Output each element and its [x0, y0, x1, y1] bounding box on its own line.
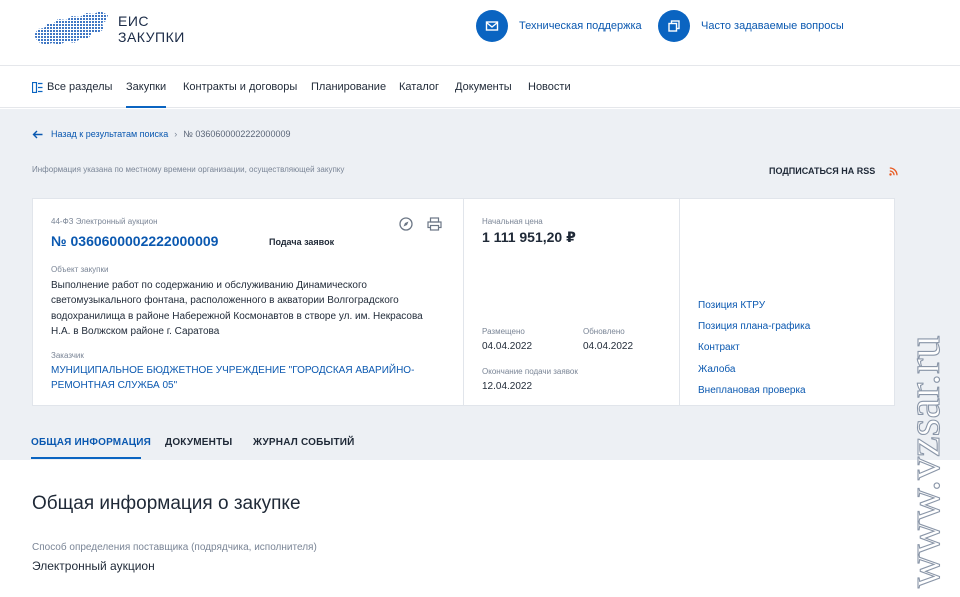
customer-link[interactable]: МУНИЦИПАЛЬНОЕ БЮДЖЕТНОЕ УЧРЕЖДЕНИЕ "ГОРО…: [51, 363, 441, 394]
envelope-icon: [476, 10, 508, 42]
nav-all-sections[interactable]: Все разделы: [32, 66, 112, 108]
tab-general-info[interactable]: ОБЩАЯ ИНФОРМАЦИЯ: [31, 437, 151, 448]
rss-label: ПОДПИСАТЬСЯ НА RSS: [769, 166, 876, 176]
updated-date: 04.04.2022: [583, 341, 634, 352]
active-tab-indicator: [31, 457, 141, 459]
nav-documents[interactable]: Документы: [455, 66, 512, 108]
nav-all-sections-label: Все разделы: [47, 81, 113, 93]
watermark-text: www.vzsar.ru: [898, 335, 949, 588]
logo-line-1: ЕИС: [118, 13, 150, 29]
section-title: Общая информация о закупке: [32, 493, 301, 514]
deadline-label: Окончание подачи заявок: [482, 367, 578, 376]
deadline-date: 12.04.2022: [482, 381, 533, 392]
method-label: Способ определения поставщика (подрядчик…: [32, 542, 317, 553]
logo-line-2: ЗАКУПКИ: [118, 29, 185, 45]
published-label: Размещено: [482, 327, 525, 336]
purchase-price-dates: Начальная цена 1 111 951,20 ₽ Размещено …: [464, 199, 680, 405]
object-label: Объект закупки: [51, 265, 109, 274]
updated-label: Обновлено: [583, 327, 625, 336]
purchase-card: 44-ФЗ Электронный аукцион № 036060000222…: [32, 198, 895, 406]
breadcrumb: Назад к результатам поиска › № 036060000…: [32, 129, 290, 139]
nav-news[interactable]: Новости: [528, 66, 571, 108]
tab-event-log[interactable]: ЖУРНАЛ СОБЫТИЙ: [253, 437, 355, 448]
russia-map-icon: [34, 11, 108, 45]
price-label: Начальная цена: [482, 217, 543, 226]
nav-purchases[interactable]: Закупки: [126, 66, 167, 108]
link-contract[interactable]: Контракт: [698, 337, 810, 358]
procedure-type: 44-ФЗ Электронный аукцион: [51, 217, 158, 226]
link-unscheduled-check[interactable]: Внеплановая проверка: [698, 380, 810, 401]
watermark: www.vzsar.ru: [897, 335, 949, 589]
purchase-links: Позиция КТРУ Позиция плана-графика Контр…: [680, 199, 896, 405]
sections-icon: [32, 81, 43, 93]
main-nav: Все разделы Закупки Контракты и договоры…: [0, 66, 960, 108]
nav-contracts[interactable]: Контракты и договоры: [183, 66, 297, 108]
breadcrumb-separator: ›: [174, 129, 178, 139]
purchase-stage: Подача заявок: [269, 237, 335, 247]
tab-documents[interactable]: ДОКУМЕНТЫ: [165, 437, 232, 448]
compass-icon[interactable]: [399, 217, 413, 231]
method-value: Электронный аукцион: [32, 559, 155, 573]
customer-label: Заказчик: [51, 351, 84, 360]
link-plan-schedule[interactable]: Позиция плана-графика: [698, 316, 810, 337]
purchase-main-info: 44-ФЗ Электронный аукцион № 036060000222…: [33, 199, 464, 405]
link-ktru-position[interactable]: Позиция КТРУ: [698, 295, 810, 316]
eis-logo[interactable]: ЕИС ЗАКУПКИ: [32, 9, 185, 49]
faq-icon: [658, 10, 690, 42]
published-date: 04.04.2022: [482, 341, 533, 352]
purchase-number[interactable]: № 0360600002222000009: [51, 233, 218, 249]
nav-planning[interactable]: Планирование: [311, 66, 386, 108]
link-complaint[interactable]: Жалоба: [698, 359, 810, 380]
breadcrumb-current: № 0360600002222000009: [183, 129, 291, 139]
rss-icon: [889, 166, 898, 176]
initial-price: 1 111 951,20 ₽: [482, 229, 576, 245]
support-label: Техническая поддержка: [519, 20, 642, 32]
arrow-left-icon[interactable]: [32, 130, 43, 139]
timezone-note: Информация указана по местному времени о…: [32, 165, 345, 174]
support-link[interactable]: Техническая поддержка: [476, 10, 642, 42]
print-icon[interactable]: [427, 217, 442, 231]
nav-catalog[interactable]: Каталог: [399, 66, 439, 108]
faq-link[interactable]: Часто задаваемые вопросы: [658, 10, 844, 42]
faq-label: Часто задаваемые вопросы: [701, 20, 844, 32]
object-text: Выполнение работ по содержанию и обслужи…: [51, 280, 423, 338]
back-to-results-link[interactable]: Назад к результатам поиска: [51, 129, 168, 139]
site-header: ЕИС ЗАКУПКИ Техническая поддержка Часто …: [0, 0, 960, 66]
rss-subscribe-link[interactable]: ПОДПИСАТЬСЯ НА RSS: [769, 166, 898, 176]
